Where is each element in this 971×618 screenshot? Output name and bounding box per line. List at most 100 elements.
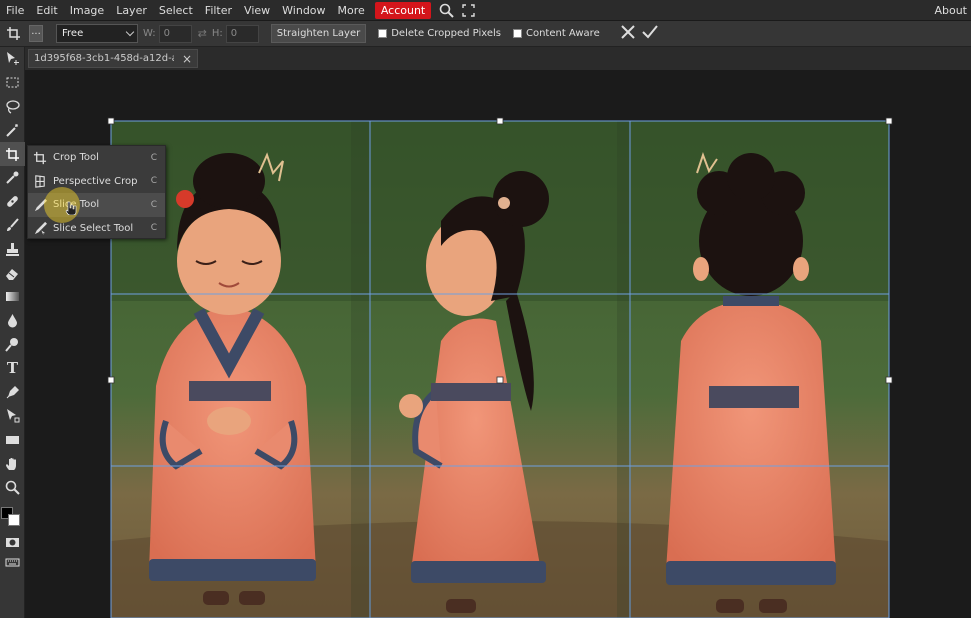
width-input[interactable]: 0 (158, 24, 192, 43)
keyboard-tool[interactable] (0, 551, 25, 575)
delete-cropped-pixels-label: Delete Cropped Pixels (391, 28, 501, 39)
tool-options-bar: ... Free W: 0 ⇄ H: 0 Straighten Layer De… (0, 21, 971, 47)
perspective-crop-icon (31, 172, 49, 190)
fullscreen-icon[interactable] (457, 0, 479, 21)
crop-handle-center[interactable] (496, 376, 504, 384)
slice-select-icon (31, 219, 49, 237)
healing-icon (7, 196, 18, 208)
menu-window[interactable]: Window (276, 0, 331, 21)
checkbox-box[interactable] (378, 29, 388, 38)
menu-image[interactable]: Image (64, 0, 110, 21)
checkbox-box[interactable] (512, 29, 522, 38)
background-color[interactable] (8, 514, 20, 526)
hand-icon (6, 457, 16, 470)
path-select-tool[interactable] (0, 404, 25, 428)
magic-wand-icon (6, 123, 18, 137)
menu-view[interactable]: View (238, 0, 276, 21)
menu-layer[interactable]: Layer (110, 0, 153, 21)
crop-icon (6, 147, 19, 161)
shortcut-key: C (150, 152, 157, 163)
crop-overlay[interactable] (25, 70, 971, 618)
commit-crop-icon[interactable] (642, 24, 658, 43)
document-tab-bar: 1d395f68-3cb1-458d-a12d-ae × (25, 47, 971, 70)
menu-filter[interactable]: Filter (199, 0, 238, 21)
content-aware-checkbox[interactable]: Content Aware (512, 28, 600, 39)
crop-handle-top[interactable] (496, 117, 504, 125)
dodge-tool[interactable] (0, 333, 25, 357)
crop-tool[interactable] (0, 142, 25, 166)
shape-tool[interactable] (0, 428, 25, 452)
shortcut-key: C (150, 223, 157, 234)
eraser-tool[interactable] (0, 261, 25, 285)
menu-file[interactable]: File (0, 0, 30, 21)
gradient-icon (6, 292, 19, 302)
shortcut-key: C (150, 199, 157, 210)
brush-tool[interactable] (0, 214, 25, 238)
flyout-item-perspective-crop[interactable]: Perspective Crop C (28, 170, 165, 194)
eraser-icon (6, 268, 18, 280)
flyout-item-label: Perspective Crop (53, 175, 138, 187)
zoom-tool[interactable] (0, 475, 25, 499)
shape-icon (6, 436, 19, 445)
straighten-layer-button[interactable]: Straighten Layer (270, 24, 367, 43)
stamp-tool[interactable] (0, 237, 25, 261)
lasso-tool[interactable] (0, 95, 25, 119)
height-label: H: (211, 28, 223, 39)
crop-icon (31, 149, 49, 167)
zoom-icon (5, 480, 20, 495)
marquee-tool[interactable] (0, 71, 25, 95)
menu-about[interactable]: About (934, 0, 967, 21)
ratio-select-value: Free (62, 28, 84, 39)
menu-more[interactable]: More (332, 0, 371, 21)
flyout-item-slice-select-tool[interactable]: Slice Select Tool C (28, 217, 165, 241)
flyout-item-label: Crop Tool (53, 152, 99, 164)
flyout-item-label: Slice Select Tool (53, 222, 134, 234)
hand-tool[interactable] (0, 452, 25, 476)
width-label: W: (143, 28, 156, 39)
canvas-area[interactable] (25, 70, 971, 618)
crop-icon (0, 21, 26, 47)
content-aware-label: Content Aware (525, 28, 600, 39)
crop-handle-right[interactable] (885, 376, 893, 384)
type-icon: T (6, 359, 19, 378)
menu-edit[interactable]: Edit (30, 0, 63, 21)
height-input[interactable]: 0 (225, 24, 259, 43)
more-options-button[interactable]: ... (29, 25, 43, 42)
type-tool[interactable]: T (0, 356, 25, 380)
pen-icon (6, 385, 19, 398)
shortcut-key: C (150, 176, 157, 187)
hand-pointer-icon (65, 201, 77, 215)
ratio-select[interactable]: Free (56, 24, 138, 43)
tools-panel: T (0, 47, 25, 618)
menu-select[interactable]: Select (153, 0, 199, 21)
crop-handle-left[interactable] (107, 376, 115, 384)
menu-bar: File Edit Image Layer Select Filter View… (0, 0, 971, 21)
quick-mask-icon (6, 538, 19, 548)
dodge-icon (5, 337, 18, 352)
blur-icon (8, 314, 17, 328)
crop-handle-top-right[interactable] (885, 117, 893, 125)
close-icon[interactable]: × (182, 52, 192, 66)
pen-tool[interactable] (0, 380, 25, 404)
cancel-crop-icon[interactable] (620, 24, 636, 43)
healing-tool[interactable] (0, 190, 25, 214)
crop-handle-top-left[interactable] (107, 117, 115, 125)
swap-icon[interactable]: ⇄ (198, 27, 207, 40)
document-tab[interactable]: 1d395f68-3cb1-458d-a12d-ae × (28, 49, 198, 68)
lasso-icon (6, 100, 20, 114)
menu-account[interactable]: Account (374, 1, 432, 19)
delete-cropped-pixels-checkbox[interactable]: Delete Cropped Pixels (378, 28, 501, 39)
magic-wand-tool[interactable] (0, 118, 25, 142)
flyout-item-crop-tool[interactable]: Crop Tool C (28, 146, 165, 170)
blur-tool[interactable] (0, 309, 25, 333)
search-icon[interactable] (435, 0, 457, 21)
stamp-icon (6, 242, 19, 256)
gradient-tool[interactable] (0, 285, 25, 309)
move-tool[interactable] (0, 47, 25, 71)
move-icon (7, 52, 19, 66)
chevron-down-icon (125, 27, 135, 37)
color-swatches[interactable] (0, 503, 25, 529)
eyedropper-tool[interactable] (0, 166, 25, 190)
keyboard-icon (5, 558, 20, 567)
document-tab-title: 1d395f68-3cb1-458d-a12d-ae (34, 53, 174, 64)
